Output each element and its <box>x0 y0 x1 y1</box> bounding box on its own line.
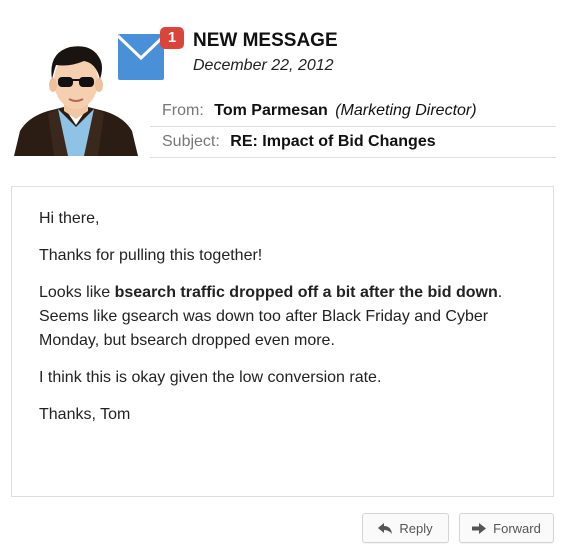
body-paragraph-conversion: I think this is okay given the low conve… <box>39 369 382 386</box>
message-title: NEW MESSAGE <box>193 30 338 51</box>
message-date: December 22, 2012 <box>193 57 334 74</box>
body-emphasis: bsearch traffic dropped off a bit after … <box>114 284 498 301</box>
subject-label: Subject: <box>162 133 220 150</box>
from-label: From: <box>162 102 204 119</box>
unread-count-badge: 1 <box>160 27 184 49</box>
reply-label: Reply <box>399 520 433 536</box>
body-paragraph-traffic: Looks like bsearch traffic dropped off a… <box>39 281 527 353</box>
reply-button[interactable]: Reply <box>362 513 449 543</box>
reply-arrow-icon <box>378 522 393 534</box>
body-paragraph-thanks: Thanks for pulling this together! <box>39 247 263 264</box>
signoff: Thanks, Tom <box>39 406 131 423</box>
body-text: Looks like <box>39 284 115 301</box>
sender-name: Tom Parmesan <box>214 102 328 119</box>
greeting: Hi there, <box>39 210 100 227</box>
sender-role: (Marketing Director) <box>335 102 477 119</box>
message-body: Hi there, Thanks for pulling this togeth… <box>11 186 554 497</box>
subject-row: Subject: RE: Impact of Bid Changes <box>150 127 556 158</box>
subject-text: RE: Impact of Bid Changes <box>230 133 436 150</box>
forward-label: Forward <box>493 520 541 536</box>
forward-button[interactable]: Forward <box>459 513 554 543</box>
forward-arrow-icon <box>472 522 487 534</box>
from-row: From: Tom Parmesan (Marketing Director) <box>150 96 556 127</box>
